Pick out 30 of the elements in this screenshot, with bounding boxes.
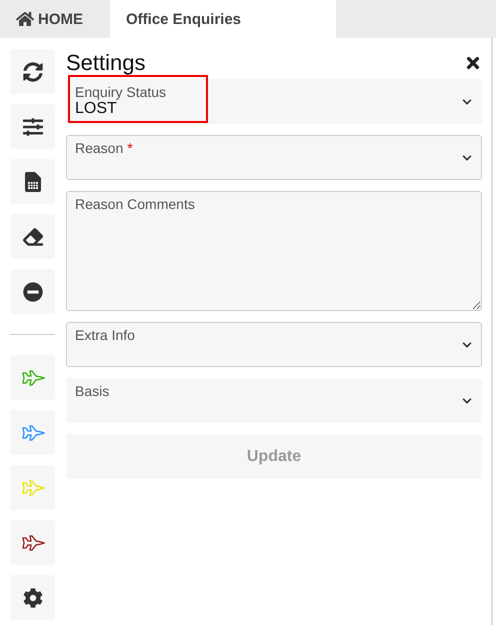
settings-icon bbox=[22, 588, 42, 608]
select-field[interactable]: Extra Info bbox=[66, 322, 482, 367]
chevron-icon bbox=[462, 96, 472, 106]
sidebar-button[interactable] bbox=[10, 159, 55, 204]
field-label: Basis bbox=[75, 383, 110, 399]
eraser-icon bbox=[22, 226, 42, 246]
chevron-icon bbox=[462, 152, 472, 162]
field-value: LOST bbox=[75, 100, 118, 118]
sidebar-button[interactable] bbox=[10, 269, 55, 314]
select-field[interactable]: Basis bbox=[66, 378, 482, 423]
sidebar-button[interactable] bbox=[10, 104, 55, 149]
calculator-icon bbox=[24, 172, 40, 192]
sliders-icon bbox=[22, 116, 42, 136]
required-mark: * bbox=[127, 140, 133, 156]
field-label: Extra Info bbox=[75, 327, 135, 343]
field-label: Reason bbox=[75, 140, 124, 156]
sidebar-button[interactable] bbox=[10, 575, 55, 620]
sidebar-button[interactable] bbox=[10, 520, 55, 565]
close-button[interactable] bbox=[464, 54, 482, 72]
tab[interactable]: Office Enquiries bbox=[110, 0, 336, 38]
chevron-icon bbox=[462, 396, 472, 406]
select-field[interactable]: Reason * bbox=[66, 135, 482, 180]
sidebar-button[interactable] bbox=[10, 214, 55, 259]
home-icon bbox=[16, 10, 34, 28]
sidebar-button[interactable] bbox=[10, 49, 55, 94]
refresh-icon bbox=[22, 62, 42, 82]
field-label: Enquiry Status bbox=[75, 84, 166, 100]
comments-field[interactable]: Reason Comments bbox=[66, 191, 482, 311]
panel-title: Settings bbox=[66, 50, 146, 76]
chevron-icon bbox=[462, 340, 472, 350]
